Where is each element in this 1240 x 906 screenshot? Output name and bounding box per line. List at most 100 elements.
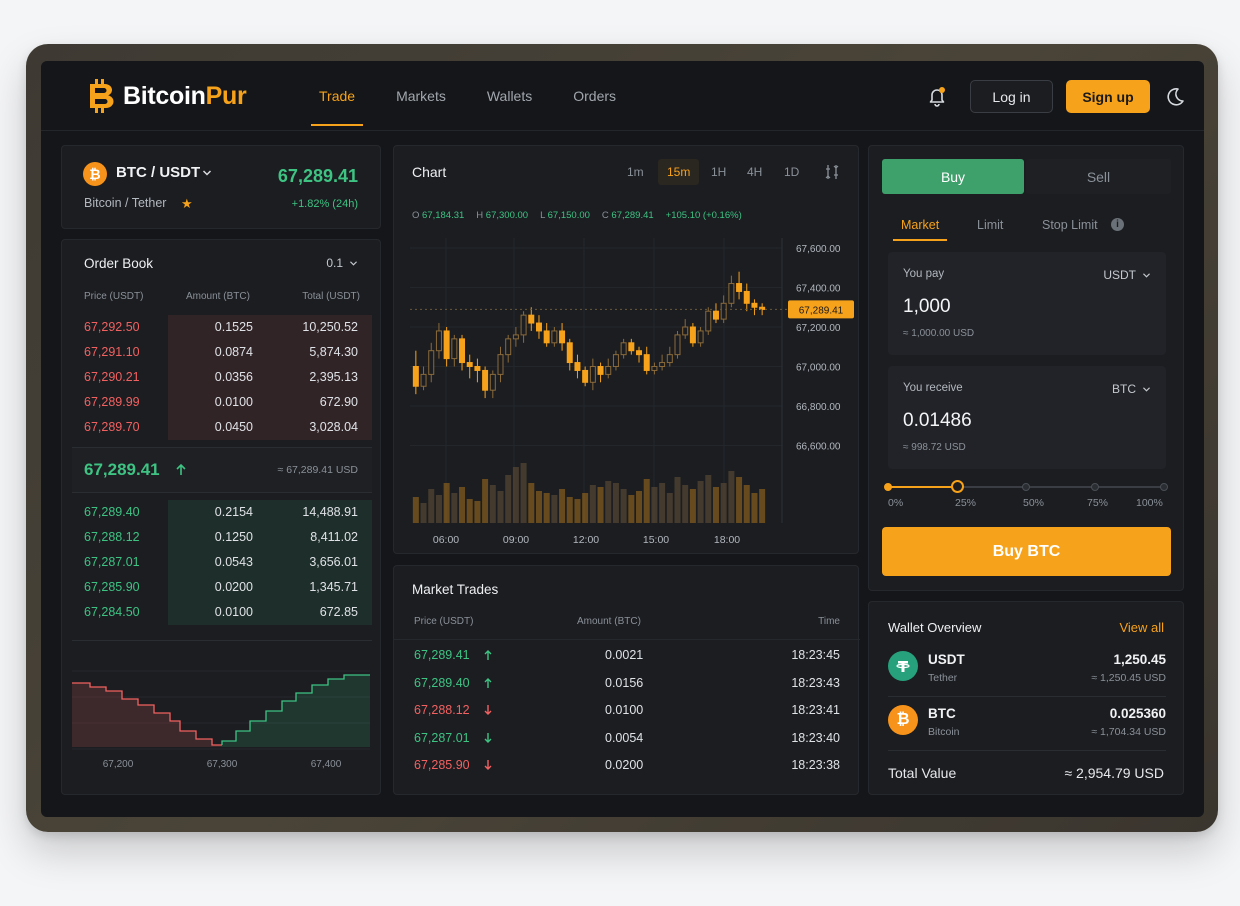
app-screen: BitcoinPur Trade Markets Wallets Orders … — [41, 61, 1204, 817]
sell-tab[interactable]: Sell — [1026, 159, 1171, 194]
chevron-down-icon[interactable] — [202, 169, 212, 177]
ask-row[interactable]: 67,289.70 0.0450 3,028.04 — [72, 415, 372, 440]
bid-row[interactable]: 67,285.90 0.0200 1,345.71 — [72, 575, 372, 600]
receive-amount: 0.01486 — [903, 410, 972, 431]
ask-row[interactable]: 67,292.50 0.1525 10,250.52 — [72, 315, 372, 340]
pay-currency-select[interactable]: USDT — [1103, 268, 1151, 282]
view-all-link[interactable]: View all — [1119, 620, 1164, 635]
candle-body — [728, 283, 735, 304]
receive-field[interactable]: You receive BTC 0.01486 ≈ 998.72 USD — [888, 366, 1166, 469]
candle-body — [512, 334, 519, 340]
trade-row[interactable]: 67,289.41 0.0021 18:23:45 — [394, 642, 860, 669]
brand-logo[interactable]: BitcoinPur — [87, 79, 247, 113]
candle-body — [574, 362, 581, 371]
candle-body — [412, 366, 419, 387]
candle-body — [528, 314, 535, 324]
volume-bar — [451, 493, 458, 523]
signup-button[interactable]: Sign up — [1066, 80, 1150, 113]
row-amount: 0.2154 — [214, 505, 253, 519]
pay-usd: ≈ 1,000.00 USD — [903, 328, 975, 339]
candle-body — [743, 290, 750, 304]
candle-body — [689, 326, 696, 344]
slider-handle[interactable] — [951, 480, 964, 493]
volume-bar — [428, 489, 435, 523]
pay-field[interactable]: You pay USDT 1,000 ≈ 1,000.00 USD — [888, 252, 1166, 355]
volume-bar — [497, 491, 504, 523]
pair-selector[interactable]: BTC / USDT — [116, 164, 200, 181]
candlestick-chart[interactable]: 67,600.00 67,400.00 67,200.00 67,000.00 66,8… — [394, 228, 860, 553]
buy-btc-button[interactable]: Buy BTC — [882, 527, 1171, 576]
total-value-label: Total Value — [888, 765, 957, 781]
chevron-down-icon — [1143, 272, 1150, 278]
precision-select[interactable]: 0.1 — [326, 256, 358, 270]
buy-tab[interactable]: Buy — [882, 159, 1024, 194]
trade-row[interactable]: 67,287.01 0.0054 18:23:40 — [394, 725, 860, 752]
timeframe-1d[interactable]: 1D — [775, 159, 808, 185]
tether-coin-icon — [888, 651, 918, 681]
volume-bar — [582, 493, 589, 523]
col-total: Total (USDT) — [302, 291, 360, 302]
bid-row[interactable]: 67,287.01 0.0543 3,656.01 — [72, 550, 372, 575]
slider-label: 25% — [955, 497, 977, 509]
ask-row[interactable]: 67,291.10 0.0874 5,874.30 — [72, 340, 372, 365]
volume-bars — [412, 463, 766, 523]
nav-trade[interactable]: Trade — [311, 61, 364, 131]
volume-bar — [736, 477, 743, 523]
timeframe-1h[interactable]: 1H — [702, 159, 735, 185]
wallet-title: Wallet Overview — [888, 620, 982, 635]
bid-row[interactable]: 67,284.50 0.0100 672.85 — [72, 600, 372, 625]
last-price: 67,289.41 — [84, 460, 160, 479]
row-price: 67,289.70 — [84, 420, 140, 434]
pay-currency: USDT — [1103, 268, 1136, 282]
order-type-limit[interactable]: Limit — [977, 218, 1003, 232]
timeframe-4h[interactable]: 4H — [738, 159, 771, 185]
info-icon[interactable]: i — [1111, 218, 1124, 231]
trade-row[interactable]: 67,288.12 0.0100 18:23:41 — [394, 697, 860, 724]
order-type-market[interactable]: Market — [901, 218, 939, 232]
slider-stop[interactable] — [1160, 483, 1168, 491]
dark-mode-moon-icon[interactable] — [1163, 86, 1185, 108]
pay-label: You pay — [903, 268, 945, 280]
candle-body — [535, 322, 542, 332]
receive-currency-select[interactable]: BTC — [1112, 382, 1151, 396]
timeframe-15m[interactable]: 15m — [658, 159, 700, 185]
volume-bar — [636, 491, 643, 523]
depth-axis-label: 67,400 — [311, 759, 342, 770]
market-trades-panel: Market Trades Price (USDT) Amount (BTC) … — [393, 565, 860, 795]
top-header: BitcoinPur Trade Markets Wallets Orders … — [41, 61, 1204, 131]
wallet-row-btc[interactable]: ₿ BTC Bitcoin 0.025360 ≈ 1,704.34 USD — [888, 697, 1166, 751]
trade-row[interactable]: 67,289.40 0.0156 18:23:43 — [394, 670, 860, 697]
ask-row[interactable]: 67,290.21 0.0356 2,395.13 — [72, 365, 372, 390]
candle-body — [543, 330, 550, 344]
row-amount: 0.0200 — [214, 580, 253, 594]
nav-orders[interactable]: Orders — [565, 61, 624, 131]
total-value: ≈ 2,954.79 USD — [1064, 765, 1164, 781]
pay-amount-input[interactable]: 1,000 — [903, 296, 951, 318]
slider-stop[interactable] — [1091, 483, 1099, 491]
notification-bell-icon[interactable] — [926, 85, 948, 107]
order-type-stop-limit[interactable]: Stop Limit — [1042, 218, 1098, 232]
volume-bar — [628, 495, 635, 523]
timeframe-1m[interactable]: 1m — [618, 159, 653, 185]
bid-row[interactable]: 67,288.12 0.1250 8,411.02 — [72, 525, 372, 550]
candle-body — [736, 283, 743, 292]
amount-slider[interactable] — [884, 480, 1168, 493]
volume-bar — [689, 489, 696, 523]
wallet-row-usdt[interactable]: USDT Tether 1,250.45 ≈ 1,250.45 USD — [888, 643, 1166, 697]
nav-wallets[interactable]: Wallets — [479, 61, 540, 131]
chart-settings-icon[interactable] — [824, 164, 840, 180]
depth-axis-label: 67,300 — [207, 759, 238, 770]
login-button[interactable]: Log in — [970, 80, 1053, 113]
trade-row[interactable]: 67,285.90 0.0200 18:23:38 — [394, 752, 860, 779]
candle-body — [659, 362, 666, 368]
volume-bar — [412, 497, 419, 523]
ask-row[interactable]: 67,289.99 0.0100 672.90 — [72, 390, 372, 415]
slider-stop[interactable] — [1022, 483, 1030, 491]
nav-markets[interactable]: Markets — [388, 61, 454, 131]
slider-stop[interactable] — [884, 483, 892, 491]
row-price: 67,284.50 — [84, 605, 140, 619]
receive-currency: BTC — [1112, 382, 1136, 396]
trade-price: 67,289.40 — [414, 675, 470, 690]
favorite-star-icon[interactable]: ★ — [181, 196, 193, 212]
bid-row[interactable]: 67,289.40 0.2154 14,488.91 — [72, 500, 372, 525]
